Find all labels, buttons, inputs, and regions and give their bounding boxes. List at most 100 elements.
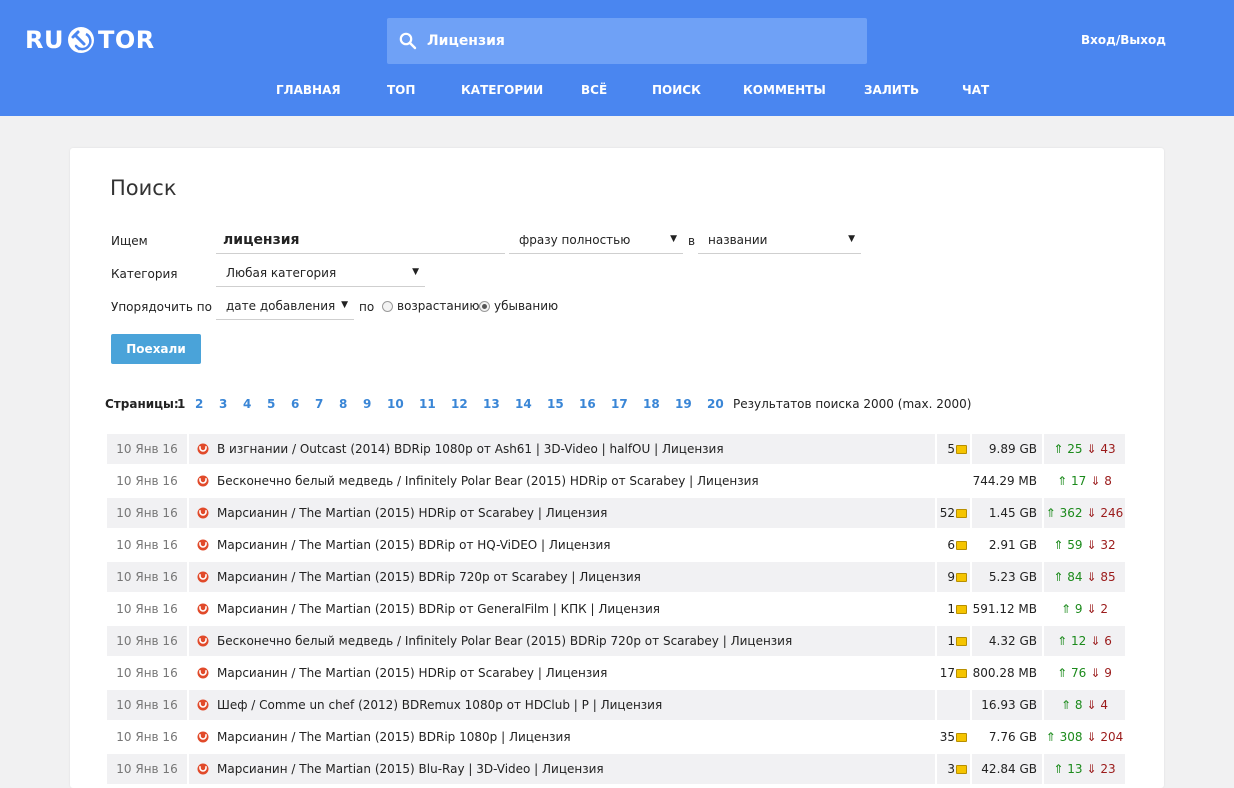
- row-comments[interactable]: 5: [937, 434, 970, 464]
- sort-asc-label: возрастанию: [397, 299, 480, 313]
- seed-count: ⇑ 8: [1061, 698, 1083, 712]
- comment-bubble-icon: [956, 604, 967, 614]
- magnet-icon[interactable]: [197, 763, 209, 775]
- magnet-icon[interactable]: [197, 731, 209, 743]
- query-input[interactable]: лицензия: [216, 226, 505, 254]
- page-link[interactable]: 14: [515, 397, 532, 411]
- page-link[interactable]: 15: [547, 397, 564, 411]
- arrow-down-icon: ⇓: [1086, 442, 1097, 456]
- row-comments[interactable]: 1: [937, 626, 970, 656]
- comment-bubble-icon: [956, 508, 967, 518]
- torrent-title-link[interactable]: В изгнании / Outcast (2014) BDRip 1080p …: [217, 442, 724, 456]
- sort-desc-radio[interactable]: убыванию: [479, 299, 558, 313]
- row-peers: ⇑ 25 ⇓ 43: [1044, 434, 1125, 464]
- comment-bubble-icon: [956, 732, 967, 742]
- page-link[interactable]: 16: [579, 397, 596, 411]
- search-mode-select[interactable]: фразу полностью ▼: [509, 226, 683, 254]
- torrent-title-link[interactable]: Бесконечно белый медведь / Infinitely Po…: [217, 474, 759, 488]
- arrow-down-icon: ⇓: [1086, 730, 1097, 744]
- sort-asc-radio[interactable]: возрастанию: [382, 299, 479, 313]
- torrent-title-link[interactable]: Марсианин / The Martian (2015) HDRip от …: [217, 506, 607, 520]
- category-select[interactable]: Любая категория ▼: [216, 259, 425, 287]
- order-select[interactable]: дате добавления ▼: [216, 292, 354, 320]
- page-link[interactable]: 20: [707, 397, 724, 411]
- page-link[interactable]: 7: [315, 397, 323, 411]
- magnet-icon[interactable]: [197, 475, 209, 487]
- magnet-icon[interactable]: [197, 571, 209, 583]
- magnet-icon[interactable]: [197, 443, 209, 455]
- seed-value: 362: [1059, 506, 1083, 520]
- chevron-down-icon: ▼: [848, 234, 855, 244]
- torrent-title-link[interactable]: Марсианин / The Martian (2015) HDRip от …: [217, 666, 607, 680]
- nav-upload[interactable]: ЗАЛИТЬ: [864, 83, 919, 97]
- seed-count: ⇑ 25: [1053, 442, 1082, 456]
- logo-text-left: RU: [25, 26, 64, 54]
- row-comments[interactable]: 52: [937, 498, 970, 528]
- torrent-title-link[interactable]: Марсианин / The Martian (2015) BDRip от …: [217, 602, 660, 616]
- nav-main[interactable]: ГЛАВНАЯ: [276, 83, 341, 97]
- magnet-icon[interactable]: [197, 603, 209, 615]
- seed-value: 13: [1067, 762, 1083, 776]
- page-link[interactable]: 18: [643, 397, 660, 411]
- site-logo[interactable]: RU TOR: [25, 26, 155, 54]
- search-scope-select[interactable]: названии ▼: [698, 226, 861, 254]
- header-search[interactable]: [387, 18, 867, 64]
- page-link[interactable]: 6: [291, 397, 299, 411]
- nav-chat[interactable]: ЧАТ: [962, 83, 989, 97]
- row-title-cell: Марсианин / The Martian (2015) BDRip от …: [189, 594, 935, 624]
- arrow-down-icon: ⇓: [1086, 602, 1097, 616]
- page-link[interactable]: 9: [363, 397, 371, 411]
- page-link[interactable]: 8: [339, 397, 347, 411]
- page-link[interactable]: 13: [483, 397, 500, 411]
- radio-circle[interactable]: [382, 300, 393, 312]
- arrow-up-icon: ⇑: [1053, 538, 1064, 552]
- torrent-title-link[interactable]: Марсианин / The Martian (2015) BDRip 720…: [217, 570, 641, 584]
- row-comments[interactable]: 1: [937, 594, 970, 624]
- page-link[interactable]: 19: [675, 397, 692, 411]
- submit-search-button[interactable]: Поехали: [111, 334, 201, 364]
- nav-top[interactable]: ТОП: [387, 83, 415, 97]
- leech-value: 9: [1104, 666, 1112, 680]
- radio-circle-checked[interactable]: [479, 300, 490, 312]
- page-link[interactable]: 5: [267, 397, 275, 411]
- row-comments[interactable]: 17: [937, 658, 970, 688]
- page-link[interactable]: 11: [419, 397, 436, 411]
- row-comments[interactable]: 3: [937, 754, 970, 784]
- nav-search[interactable]: ПОИСК: [652, 83, 701, 97]
- torrent-title-link[interactable]: Марсианин / The Martian (2015) BDRip 108…: [217, 730, 571, 744]
- header-search-input[interactable]: [427, 33, 847, 49]
- arrow-up-icon: ⇑: [1053, 442, 1064, 456]
- nav-categories[interactable]: КАТЕГОРИИ: [461, 83, 543, 97]
- torrent-title-link[interactable]: Марсианин / The Martian (2015) Blu-Ray |…: [217, 762, 604, 776]
- page-link[interactable]: 10: [387, 397, 404, 411]
- page-link[interactable]: 3: [219, 397, 227, 411]
- row-comments[interactable]: 35: [937, 722, 970, 752]
- magnet-icon[interactable]: [197, 667, 209, 679]
- torrent-title-link[interactable]: Шеф / Comme un chef (2012) BDRemux 1080p…: [217, 698, 662, 712]
- magnet-icon[interactable]: [197, 699, 209, 711]
- seed-count: ⇑ 76: [1057, 666, 1086, 680]
- arrow-down-icon: ⇓: [1090, 474, 1101, 488]
- page-link[interactable]: 4: [243, 397, 251, 411]
- page-link[interactable]: 2: [195, 397, 203, 411]
- login-logout-link[interactable]: Вход/Выход: [1081, 33, 1166, 47]
- row-size: 744.29 MB: [972, 474, 1037, 488]
- seed-count: ⇑ 12: [1057, 634, 1086, 648]
- nav-comments[interactable]: КОММЕНТЫ: [743, 83, 826, 97]
- row-date: 10 Янв 16: [116, 474, 178, 488]
- search-icon[interactable]: [399, 32, 417, 50]
- magnet-icon[interactable]: [197, 635, 209, 647]
- magnet-icon[interactable]: [197, 539, 209, 551]
- row-comments[interactable]: 6: [937, 530, 970, 560]
- arrow-up-icon: ⇑: [1060, 698, 1072, 712]
- query-value: лицензия: [223, 231, 300, 248]
- arrow-down-icon: ⇓: [1086, 538, 1097, 552]
- torrent-title-link[interactable]: Марсианин / The Martian (2015) BDRip от …: [217, 538, 611, 552]
- nav-all[interactable]: ВСЁ: [581, 83, 607, 97]
- torrent-title-link[interactable]: Бесконечно белый медведь / Infinitely Po…: [217, 634, 792, 648]
- page-link[interactable]: 17: [611, 397, 628, 411]
- row-date: 10 Янв 16: [116, 538, 178, 552]
- row-comments[interactable]: 9: [937, 562, 970, 592]
- page-link[interactable]: 12: [451, 397, 468, 411]
- magnet-icon[interactable]: [197, 507, 209, 519]
